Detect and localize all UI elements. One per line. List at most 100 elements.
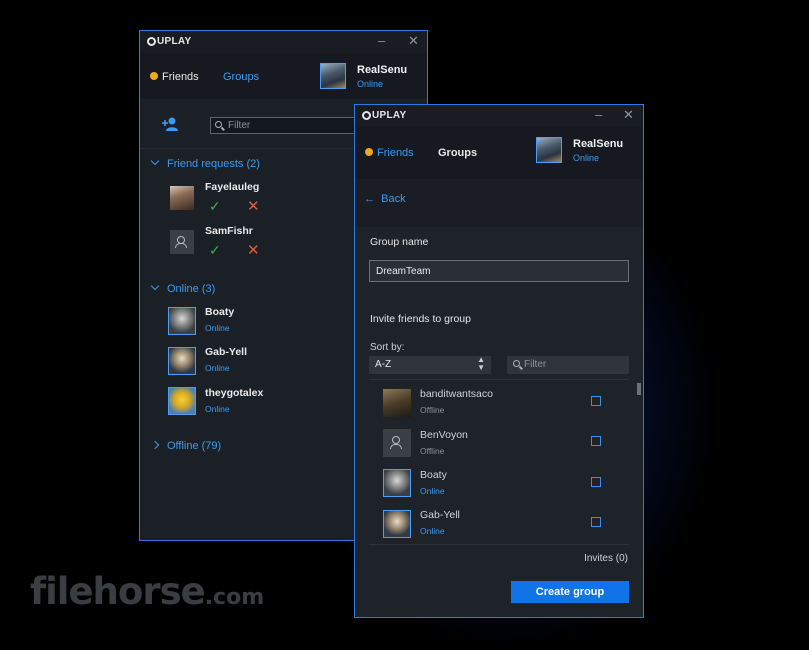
user-name: RealSenu (357, 64, 408, 76)
tab-groups-label: Groups (223, 71, 260, 83)
chevron-down-icon (150, 281, 160, 291)
search-icon (215, 121, 222, 128)
filter-placeholder: Filter (524, 359, 547, 370)
uplay-logo-icon (362, 111, 371, 120)
sort-label: Sort by: (370, 342, 405, 353)
user-avatar[interactable] (536, 137, 562, 163)
person-icon (392, 436, 400, 444)
tab-friends[interactable]: Friends (150, 71, 199, 83)
add-friend-icon[interactable] (162, 117, 180, 131)
friend-status: Online (205, 404, 230, 414)
friend-name: Boaty (205, 306, 235, 318)
search-icon (513, 360, 520, 367)
avatar[interactable] (383, 510, 411, 538)
invite-checkbox[interactable] (591, 436, 601, 446)
group-name-value: DreamTeam (376, 266, 431, 277)
tab-friends-label: Friends (162, 71, 199, 83)
section-online[interactable]: Online (3) (150, 281, 216, 295)
invite-checkbox[interactable] (591, 396, 601, 406)
tab-groups[interactable]: Groups (438, 147, 477, 159)
create-group-button[interactable]: Create group (511, 581, 629, 603)
online-dot-icon (365, 148, 373, 156)
back-link[interactable]: ← Back (364, 193, 406, 205)
title-bar: UPLAY – ✕ (355, 105, 643, 127)
avatar-placeholder[interactable] (383, 429, 411, 457)
section-title: Offline (79) (167, 440, 222, 452)
invite-label: Invite friends to group (370, 313, 471, 325)
tab-friends[interactable]: Friends (365, 147, 414, 159)
accept-check-icon[interactable]: ✓ (209, 198, 221, 215)
uplay-logo: UPLAY (362, 110, 406, 121)
tab-friends-label: Friends (377, 147, 414, 159)
friend-name: Gab-Yell (420, 509, 460, 521)
online-dot-icon (150, 72, 158, 80)
user-status: Online (357, 79, 384, 89)
watermark-suffix: .com (204, 585, 265, 610)
friend-name: BenVoyon (420, 429, 468, 441)
divider (369, 544, 629, 545)
invites-count: Invites (0) (584, 553, 628, 564)
friend-status: Offline (420, 446, 445, 456)
section-title: Online (3) (167, 283, 216, 295)
friend-name: banditwantsaco (420, 388, 493, 400)
close-icon[interactable]: ✕ (623, 108, 634, 122)
arrow-left-icon: ← (364, 193, 375, 205)
friend-status: Online (420, 486, 445, 496)
user-avatar[interactable] (320, 63, 346, 89)
divider (369, 379, 629, 380)
request-name: Fayelauleg (205, 181, 260, 193)
user-status: Online (573, 153, 600, 163)
user-name: RealSenu (573, 138, 624, 150)
avatar[interactable] (168, 387, 196, 415)
avatar[interactable] (170, 186, 194, 210)
friend-name: theygotalex (205, 387, 264, 399)
group-name-label: Group name (370, 236, 429, 248)
tab-groups[interactable]: Groups (223, 71, 259, 83)
friend-name: Gab-Yell (205, 346, 248, 358)
scrollbar[interactable] (637, 383, 641, 395)
person-icon-body (175, 243, 187, 248)
filter-input[interactable]: Filter (507, 356, 629, 374)
filter-input[interactable]: Filter (210, 117, 360, 134)
watermark: filehorse.com (30, 570, 264, 613)
brand-text: UPLAY (372, 110, 407, 121)
friend-status: Offline (420, 405, 445, 415)
section-friend-requests[interactable]: Friend requests (2) (150, 156, 260, 170)
request-name: SamFishr (205, 225, 253, 237)
invite-checkbox[interactable] (591, 477, 601, 487)
avatar[interactable] (383, 469, 411, 497)
avatar-placeholder[interactable] (170, 230, 194, 254)
sort-value: A-Z (375, 359, 392, 370)
accept-check-icon[interactable]: ✓ (209, 242, 221, 259)
friend-status: Online (205, 363, 230, 373)
section-offline[interactable]: Offline (79) (150, 440, 222, 452)
friend-name: Boaty (420, 469, 447, 481)
friend-status: Online (205, 323, 230, 333)
create-group-window: UPLAY – ✕ Friends Groups RealSenu Online… (354, 104, 644, 618)
decline-x-icon[interactable]: ✕ (247, 197, 260, 215)
header: Friends Groups RealSenu Online (140, 53, 427, 99)
friend-status: Online (420, 526, 445, 536)
person-icon-body (390, 444, 402, 449)
back-label: Back (381, 193, 406, 205)
decline-x-icon[interactable]: ✕ (247, 241, 260, 259)
group-name-input[interactable]: DreamTeam (369, 260, 629, 282)
chevron-down-icon (150, 156, 160, 166)
filter-placeholder: Filter (228, 120, 251, 131)
tab-groups-label: Groups (438, 147, 478, 159)
title-bar: UPLAY – ✕ (140, 31, 427, 53)
close-icon[interactable]: ✕ (408, 34, 419, 48)
sort-select[interactable]: A-Z ▲ ▼ (369, 356, 491, 374)
minimize-icon[interactable]: – (378, 34, 385, 48)
watermark-text: filehorse (30, 570, 206, 613)
avatar[interactable] (168, 307, 196, 335)
uplay-logo-icon (147, 37, 156, 46)
uplay-logo: UPLAY (147, 36, 191, 47)
brand-text: UPLAY (157, 36, 192, 47)
invite-checkbox[interactable] (591, 517, 601, 527)
sort-arrows-icon: ▲ ▼ (477, 355, 485, 372)
avatar[interactable] (168, 347, 196, 375)
minimize-icon[interactable]: – (595, 108, 602, 122)
avatar[interactable] (383, 389, 411, 417)
header: Friends Groups RealSenu Online (355, 127, 643, 179)
